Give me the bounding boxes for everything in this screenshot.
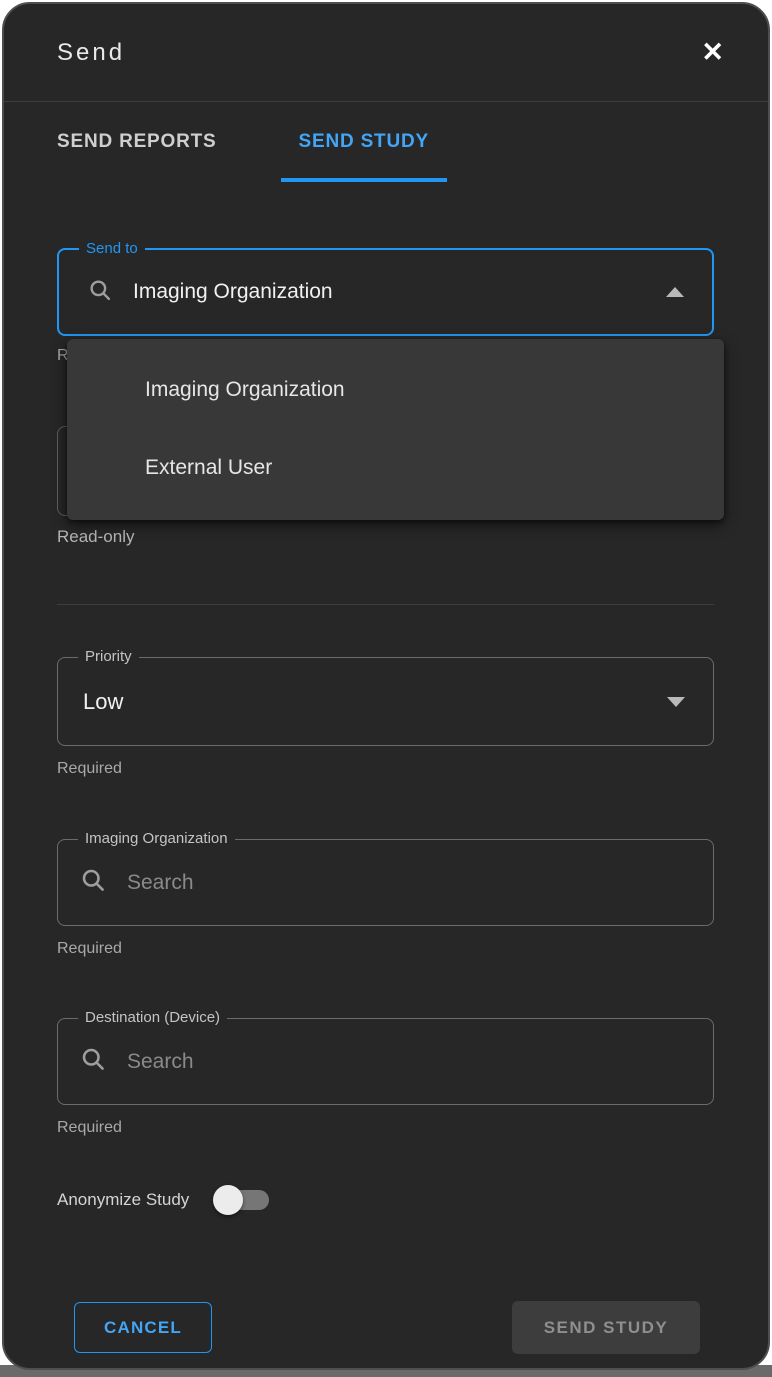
priority-label: Priority [78,648,139,665]
tab-send-study-label: SEND STUDY [299,131,429,153]
send-study-button[interactable]: SEND STUDY [512,1301,700,1354]
send-to-select[interactable]: Send to Imaging Organization [57,248,714,336]
active-tab-indicator [281,178,447,182]
imaging-organization-helper: Required [57,940,714,958]
readonly-helper: Read-only [57,527,714,547]
chevron-up-icon[interactable] [666,287,684,297]
send-to-menu: Imaging Organization External User [67,339,724,520]
search-icon [79,1045,107,1078]
dialog-header: Send ✕ [4,4,768,102]
imaging-organization-label: Imaging Organization [78,830,235,847]
search-icon [79,866,107,899]
priority-helper: Required [57,760,714,778]
anonymize-row: Anonymize Study [57,1185,714,1215]
tab-send-reports[interactable]: SEND REPORTS [57,102,217,182]
destination-device-label: Destination (Device) [78,1009,227,1026]
imaging-organization-field[interactable]: Imaging Organization [57,839,714,926]
send-to-label: Send to [79,240,145,257]
search-icon [87,277,113,308]
destination-device-search-input[interactable] [127,1050,713,1074]
send-dialog: Send ✕ SEND REPORTS SEND STUDY Send to I… [2,2,770,1370]
priority-select[interactable]: Priority Low [57,657,714,746]
menu-item-external-user[interactable]: External User [67,429,724,507]
toggle-thumb[interactable] [213,1185,243,1215]
close-icon[interactable]: ✕ [697,35,728,70]
tab-bar: SEND REPORTS SEND STUDY [4,102,768,182]
anonymize-label: Anonymize Study [57,1190,189,1210]
tab-send-study[interactable]: SEND STUDY [281,102,447,182]
priority-value: Low [83,689,123,715]
menu-item-imaging-organization[interactable]: Imaging Organization [67,351,724,429]
destination-device-helper: Required [57,1119,714,1137]
section-divider [57,604,714,605]
imaging-organization-search-input[interactable] [127,871,713,895]
anonymize-toggle[interactable] [213,1185,271,1215]
dialog-title: Send [57,39,125,67]
send-to-value: Imaging Organization [133,280,333,304]
dialog-actions: CANCEL SEND STUDY [57,1301,714,1354]
cancel-button[interactable]: CANCEL [74,1302,212,1353]
destination-device-field[interactable]: Destination (Device) [57,1018,714,1105]
chevron-down-icon[interactable] [667,697,685,707]
